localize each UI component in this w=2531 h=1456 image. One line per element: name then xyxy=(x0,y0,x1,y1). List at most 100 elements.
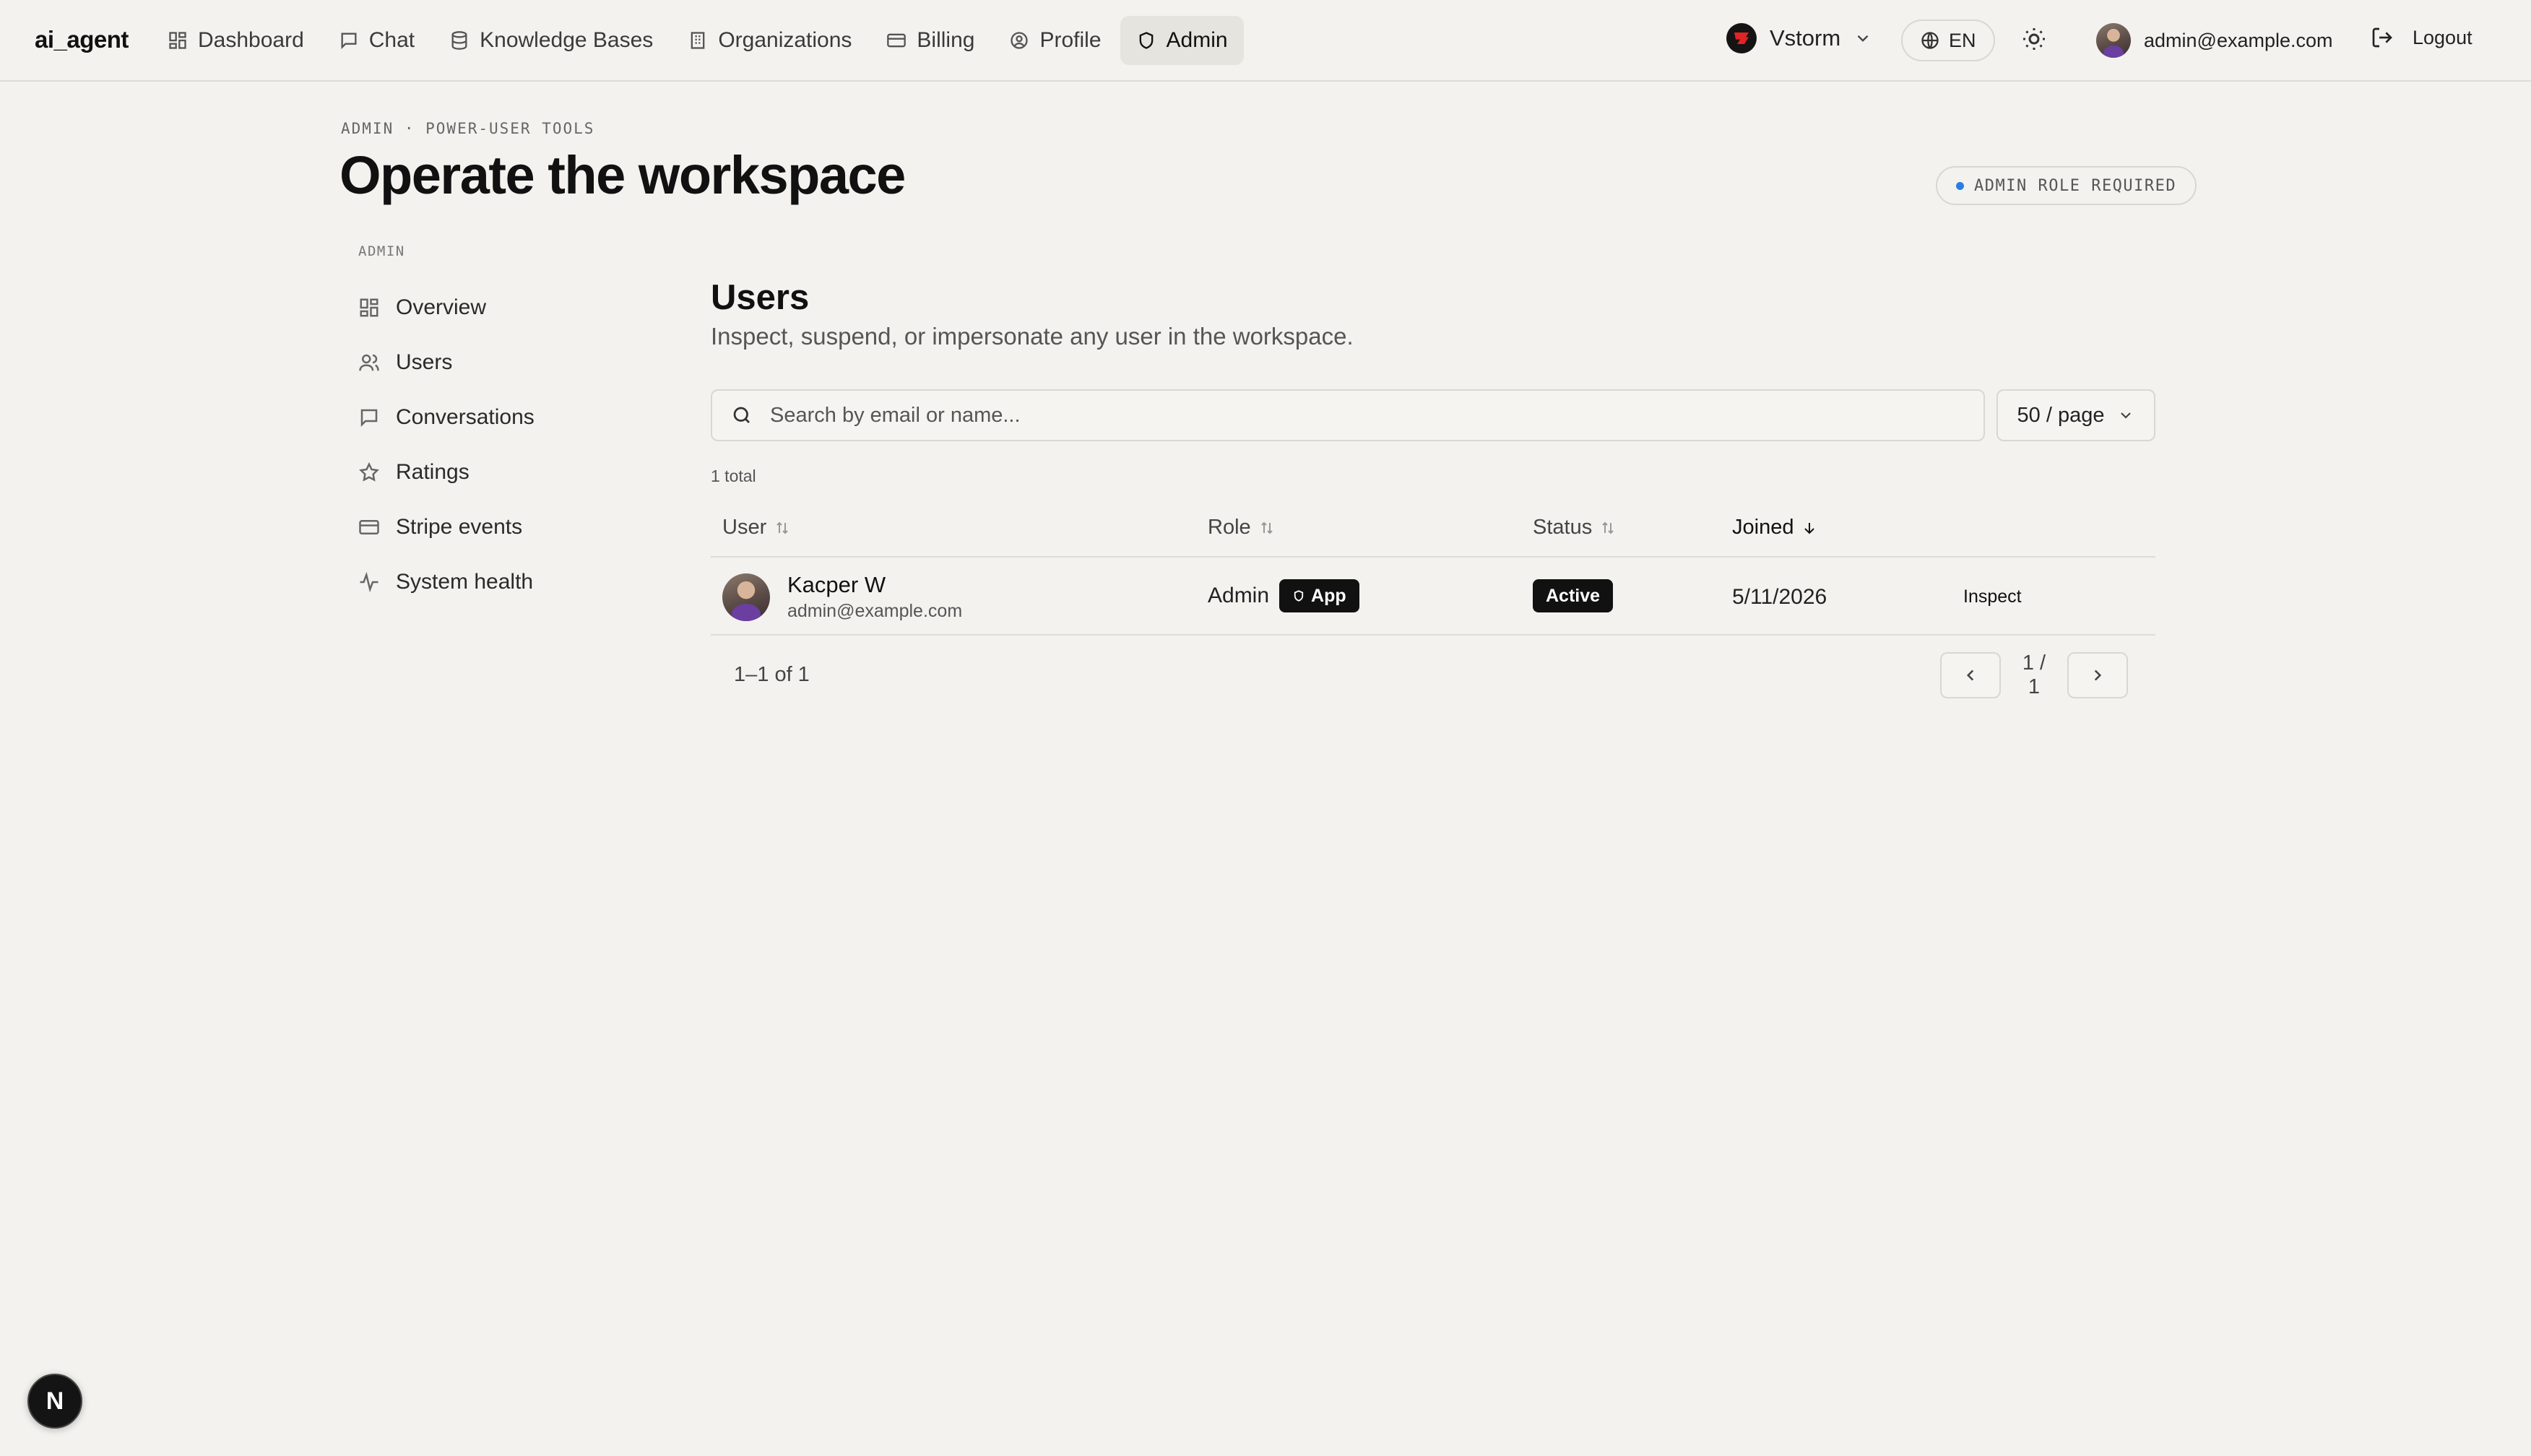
nav-chat[interactable]: Chat xyxy=(323,16,431,65)
nav-knowledge-bases[interactable]: Knowledge Bases xyxy=(433,16,669,65)
building-icon xyxy=(691,32,705,49)
status-badge: Active xyxy=(1533,579,1614,612)
column-label: Status xyxy=(1533,516,1593,539)
sidebar-item-stripe-events[interactable]: Stripe events xyxy=(345,500,548,555)
previous-page-button[interactable] xyxy=(1940,652,2001,698)
nav-dashboard[interactable]: Dashboard xyxy=(152,16,320,65)
search-icon xyxy=(733,407,750,423)
sidebar-item-label: Overview xyxy=(396,295,487,319)
joined-date: 5/11/2026 xyxy=(1732,585,1827,609)
admin-role-badge: ADMIN ROLE REQUIRED xyxy=(1936,166,2197,205)
logout-button[interactable]: Logout xyxy=(2371,26,2472,49)
table-row: Kacper W admin@example.com Admin App Act… xyxy=(711,558,2155,636)
workspace-logo-icon xyxy=(1726,23,1757,53)
inspect-button[interactable]: Inspect xyxy=(1963,586,2022,607)
logout-label: Logout xyxy=(2413,26,2472,48)
search-box xyxy=(711,389,1985,441)
table-header: User Role Status Joined xyxy=(711,498,2155,558)
status-dot-icon xyxy=(1956,181,1964,190)
total-count: 1 total xyxy=(711,467,756,485)
language-label: EN xyxy=(1949,29,1976,51)
user-name: Kacper W xyxy=(787,572,886,597)
sidebar-item-label: Ratings xyxy=(396,460,470,484)
nav-billing[interactable]: Billing xyxy=(870,16,990,65)
column-label: User xyxy=(722,516,767,539)
sidebar-item-label: System health xyxy=(396,570,534,594)
status-cell: Active xyxy=(1533,579,1614,612)
section-title: Users xyxy=(711,278,810,317)
users-table: User Role Status Joined Kacper W admin@e… xyxy=(711,498,2155,636)
sidebar-item-label: Conversations xyxy=(396,405,535,429)
database-icon xyxy=(451,31,467,50)
sidebar-item-label: Stripe events xyxy=(396,515,523,539)
star-icon xyxy=(359,462,379,482)
nav-admin[interactable]: Admin xyxy=(1120,16,1244,65)
pagination: 1 / 1 xyxy=(1940,651,2128,699)
main-nav: Dashboard Chat Knowledge Bases Organizat… xyxy=(152,16,1244,65)
credit-card-icon xyxy=(359,520,379,534)
page-size-select[interactable]: 50 / page xyxy=(1996,389,2155,441)
role-tag-badge: App xyxy=(1279,579,1359,612)
language-switcher[interactable]: EN xyxy=(1901,20,1995,61)
shield-icon xyxy=(1139,32,1153,49)
sidebar-item-system-health[interactable]: System health xyxy=(345,555,548,610)
column-header-status[interactable]: Status xyxy=(1533,516,1617,540)
nav-profile[interactable]: Profile xyxy=(993,16,1117,65)
pagination-range: 1–1 of 1 xyxy=(734,663,810,686)
column-header-role[interactable]: Role xyxy=(1208,516,1276,540)
sidebar-item-users[interactable]: Users xyxy=(345,335,548,390)
nav-label: Billing xyxy=(917,28,975,52)
page-size-value: 50 / page xyxy=(2017,403,2105,427)
message-icon xyxy=(341,32,357,50)
theme-toggle-button[interactable] xyxy=(2021,26,2047,52)
message-icon xyxy=(360,409,378,428)
sort-icon xyxy=(776,521,788,534)
arrow-down-icon xyxy=(1804,522,1815,534)
user-menu[interactable]: admin@example.com xyxy=(2096,23,2333,58)
chevron-left-icon xyxy=(1966,670,1974,681)
brand-logo[interactable]: ai_agent xyxy=(35,26,129,53)
nav-label: Profile xyxy=(1039,28,1102,52)
sidebar-item-conversations[interactable]: Conversations xyxy=(345,390,548,445)
search-input[interactable] xyxy=(770,403,1965,428)
globe-icon xyxy=(1921,32,1939,49)
badge-label: ADMIN ROLE REQUIRED xyxy=(1974,176,2177,195)
grid-icon xyxy=(169,32,186,49)
logout-icon xyxy=(2372,27,2392,48)
section-subtitle: Inspect, suspend, or impersonate any use… xyxy=(711,323,1354,350)
column-header-user[interactable]: User xyxy=(722,516,791,540)
nav-label: Organizations xyxy=(718,28,852,52)
breadcrumb: ADMIN · POWER-USER TOOLS xyxy=(341,120,595,137)
users-icon xyxy=(359,354,379,371)
sidebar-item-overview[interactable]: Overview xyxy=(345,280,548,335)
column-header-joined[interactable]: Joined xyxy=(1732,516,1818,540)
sort-icon xyxy=(1602,521,1614,534)
workspace-switcher[interactable]: Vstorm xyxy=(1726,23,1872,53)
avatar xyxy=(722,573,770,621)
user-circle-icon xyxy=(1011,32,1029,49)
chevron-down-icon xyxy=(1857,35,1869,42)
nav-organizations[interactable]: Organizations xyxy=(672,16,868,65)
workspace-name: Vstorm xyxy=(1770,25,1841,51)
user-cell: Kacper W admin@example.com xyxy=(722,572,962,622)
nav-label: Admin xyxy=(1166,28,1228,52)
column-label: Joined xyxy=(1732,516,1794,539)
dev-tools-button[interactable]: N xyxy=(27,1374,82,1429)
sidebar-heading: ADMIN xyxy=(358,243,405,259)
user-email: admin@example.com xyxy=(2144,29,2333,51)
sidebar-item-ratings[interactable]: Ratings xyxy=(345,445,548,500)
chevron-right-icon xyxy=(2094,670,2102,681)
admin-sidebar: Overview Users Conversations Ratings Str… xyxy=(345,280,548,610)
avatar xyxy=(2096,23,2131,58)
nav-label: Chat xyxy=(368,28,415,52)
page-title: Operate the workspace xyxy=(339,145,906,205)
page-indicator: 1 / 1 xyxy=(2022,651,2046,698)
role-cell: Admin App xyxy=(1208,579,1359,612)
grid-icon xyxy=(360,298,378,317)
role-value: Admin xyxy=(1208,584,1270,607)
next-page-button[interactable] xyxy=(2067,652,2128,698)
nav-label: Dashboard xyxy=(198,28,304,52)
column-label: Role xyxy=(1208,516,1251,539)
shield-icon xyxy=(1294,590,1304,602)
credit-card-icon xyxy=(887,33,907,48)
